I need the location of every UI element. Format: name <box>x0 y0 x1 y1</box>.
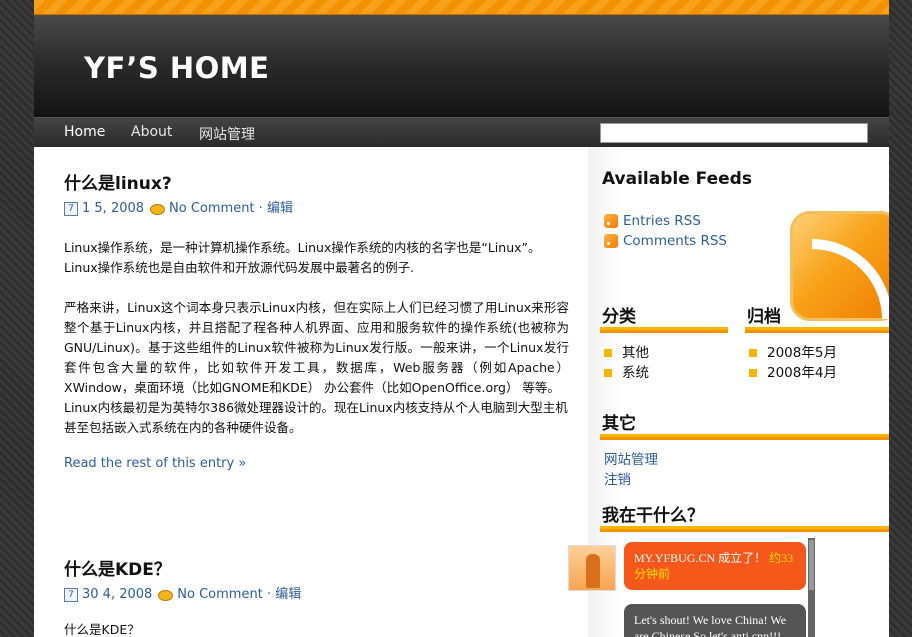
top-decorative-stripe <box>34 0 889 15</box>
feed-comments-link[interactable]: Comments RSS <box>604 233 727 249</box>
archives-heading: 归档 <box>747 307 781 327</box>
edit-link[interactable]: 编辑 <box>267 201 293 216</box>
site-header: YF’S HOME <box>34 15 889 117</box>
post-title[interactable]: 什么是KDE？ <box>64 555 569 580</box>
post-paragraph: Linux内核最初是为英特尔386微处理器设计的。现在Linux内核支持从个人电… <box>64 400 568 435</box>
feed-entries-link[interactable]: Entries RSS <box>604 213 701 229</box>
edit-link[interactable]: 编辑 <box>275 587 301 602</box>
comments-link[interactable]: No Comment <box>169 201 255 216</box>
post-paragraph: 严格来讲，Linux这个词本身只表示Linux内核，但在实际上人们已经习惯了用L… <box>64 300 569 395</box>
shout-underline <box>600 526 889 532</box>
nav-item-admin[interactable]: 网站管理 <box>199 124 255 144</box>
comment-bubble-icon <box>150 203 166 215</box>
bullet-icon <box>749 369 757 377</box>
feeds-heading: Available Feeds <box>602 169 752 189</box>
category-item[interactable]: 其他 <box>604 341 649 361</box>
archive-item[interactable]: 2008年5月 <box>749 341 837 361</box>
post-body: Linux操作系统，是一种计算机操作系统。Linux操作系统的内核的名字也是“L… <box>64 238 569 438</box>
bullet-icon <box>604 349 612 357</box>
rss-icon <box>604 214 618 228</box>
categories-heading: 分类 <box>602 307 636 327</box>
meta-separator: · <box>254 201 267 216</box>
comments-link[interactable]: No Comment <box>177 587 263 602</box>
shout-heading: 我在干什么？ <box>602 506 704 526</box>
read-more-link[interactable]: Read the rest of this entry » <box>64 456 569 471</box>
scrollbar-thumb[interactable] <box>809 540 814 590</box>
search-input[interactable] <box>600 123 868 143</box>
nav-item-about[interactable]: About <box>131 124 172 140</box>
content-area: 什么是linux? 7 1 5, 2008 No Comment · 编辑 Linu… <box>34 147 889 637</box>
post-linux: 什么是linux? 7 1 5, 2008 No Comment · 编辑 Linu… <box>64 169 569 471</box>
post-meta: 7 30 4, 2008 No Comment · 编辑 <box>64 586 569 604</box>
archives-underline <box>745 327 889 333</box>
shout-message: MY.YFBUG.CN 成立了！ 约33分钟前 <box>624 542 806 590</box>
main-navigation: Home About 网站管理 <box>34 117 889 147</box>
nav-item-home[interactable]: Home <box>64 124 105 140</box>
other-link-logout[interactable]: 注销 <box>604 468 631 488</box>
archive-item[interactable]: 2008年4月 <box>749 361 837 381</box>
other-underline <box>600 434 889 440</box>
avatar[interactable] <box>568 545 616 591</box>
rss-icon <box>604 234 618 248</box>
post-paragraph: 什么是KDE？ <box>64 622 140 637</box>
calendar-icon: 7 <box>64 588 78 602</box>
post-meta: 7 1 5, 2008 No Comment · 编辑 <box>64 200 569 218</box>
post-date: 30 4, 2008 <box>82 587 153 602</box>
category-item[interactable]: 系统 <box>604 361 649 381</box>
post-paragraph: Linux操作系统，是一种计算机操作系统。Linux操作系统的内核的名字也是“L… <box>64 240 541 275</box>
post-title[interactable]: 什么是linux? <box>64 169 569 194</box>
shout-scrollbar[interactable] <box>808 538 815 637</box>
bullet-icon <box>604 369 612 377</box>
bullet-icon <box>749 349 757 357</box>
shout-message: Let's shout! We love China! We are Chine… <box>624 604 806 637</box>
post-body: 什么是KDE？ <box>64 620 569 637</box>
post-kde: 什么是KDE？ 7 30 4, 2008 No Comment · 编辑 什么是KD… <box>64 555 569 637</box>
other-heading: 其它 <box>602 414 636 434</box>
calendar-icon: 7 <box>64 202 78 216</box>
site-title[interactable]: YF’S HOME <box>84 51 269 85</box>
categories-underline <box>600 327 728 333</box>
post-date: 1 5, 2008 <box>82 201 145 216</box>
comment-bubble-icon <box>158 589 174 601</box>
other-link-admin[interactable]: 网站管理 <box>604 448 658 468</box>
rss-large-icon <box>790 211 889 321</box>
meta-separator: · <box>262 587 276 602</box>
